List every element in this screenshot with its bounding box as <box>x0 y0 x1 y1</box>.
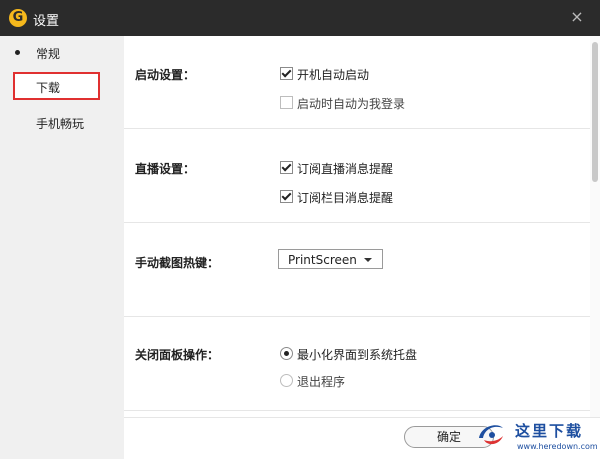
column-reminder-checkbox[interactable] <box>280 190 293 203</box>
section-divider <box>124 316 590 317</box>
auto-login-label: 启动时自动为我登录 <box>297 97 406 111</box>
hotkey-value: PrintScreen <box>288 253 357 267</box>
sidebar: 常规 下载 手机畅玩 <box>0 36 124 459</box>
sidebar-item-label: 常规 <box>36 47 61 61</box>
watermark: 这里下载 www.heredown.com <box>465 412 600 459</box>
sidebar-item-download[interactable]: 下载 <box>0 70 124 104</box>
title-bar: G 设置 × <box>0 0 600 36</box>
section-divider <box>124 222 590 223</box>
watermark-text: 这里下载 <box>515 422 584 440</box>
auto-login-checkbox[interactable] <box>280 96 293 109</box>
sidebar-item-mobile-play[interactable]: 手机畅玩 <box>0 106 124 140</box>
minimize-to-tray-radio[interactable] <box>280 347 293 360</box>
app-logo-icon: G <box>9 9 27 27</box>
screenshot-hotkey-dropdown[interactable]: PrintScreen <box>278 249 383 269</box>
screenshot-hotkey-label: 手动截图热键： <box>135 256 220 270</box>
sidebar-item-label: 手机畅玩 <box>36 117 85 131</box>
exit-program-radio[interactable] <box>280 374 293 387</box>
column-reminder-label: 订阅栏目消息提醒 <box>297 191 394 205</box>
watermark-url: www.heredown.com <box>517 442 598 451</box>
vertical-scrollbar[interactable] <box>590 36 600 417</box>
close-button[interactable]: × <box>568 8 586 26</box>
auto-start-checkbox[interactable] <box>280 67 293 80</box>
sidebar-item-label: 下载 <box>36 81 61 95</box>
section-divider <box>124 410 590 411</box>
minimize-to-tray-label: 最小化界面到系统托盘 <box>297 348 418 362</box>
auto-start-label: 开机自动启动 <box>297 68 370 82</box>
watermark-logo-icon <box>479 425 503 445</box>
close-panel-section-label: 关闭面板操作： <box>135 348 220 362</box>
exit-program-label: 退出程序 <box>297 375 346 389</box>
live-section-label: 直播设置： <box>135 162 196 176</box>
window-title: 设置 <box>33 14 60 29</box>
live-reminder-checkbox[interactable] <box>280 161 293 174</box>
section-divider <box>124 128 590 129</box>
scrollbar-thumb[interactable] <box>592 42 598 182</box>
live-reminder-label: 订阅直播消息提醒 <box>297 162 394 176</box>
startup-section-label: 启动设置： <box>135 68 196 82</box>
sidebar-item-general[interactable]: 常规 <box>0 36 124 70</box>
current-item-bullet-icon <box>15 50 20 55</box>
chevron-down-icon <box>364 258 372 262</box>
settings-content: 启动设置： 开机自动启动 启动时自动为我登录 直播设置： 订阅直播消息提醒 订阅… <box>124 36 590 417</box>
